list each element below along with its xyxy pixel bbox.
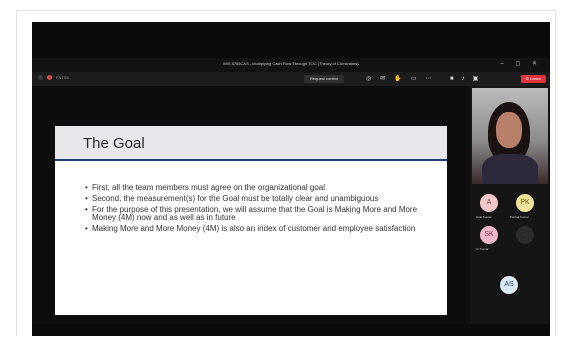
avatar-initials: A [486,199,492,206]
slide-bullet: For the purpose of this presentation, we… [85,205,425,223]
meeting-window: MIS 8765CAS - Multiplying Cash Flow Thro… [32,22,550,336]
screen-icon[interactable]: ▭ [411,75,417,82]
record-icon[interactable] [47,75,52,80]
hand-icon[interactable]: ✋ [394,75,401,82]
request-control-button[interactable]: Request control [304,75,345,83]
slide-bullet: First, all the team members must agree o… [85,183,425,193]
chat-icon[interactable]: ✉ [380,75,385,82]
leave-label: Leave [530,76,541,81]
shared-screen: The Goal First, all the team members mus… [32,86,470,324]
apps-icon[interactable]: ◎ [366,75,371,82]
participant-name: Amit Kumar [476,215,492,219]
avatar-initials: SK [484,231,494,238]
slide-header: The Goal [55,126,447,159]
title-bar: MIS 8765CAS - Multiplying Cash Flow Thro… [32,58,550,72]
participant-name: Pankaj Kumar [510,215,529,219]
window-controls[interactable]: – ◻ ✕ [500,60,542,67]
slide-bullets: First, all the team members must agree o… [85,183,425,236]
slide-title: The Goal [83,135,145,152]
slide-accent-line [55,159,447,161]
more-icon[interactable]: ⋯ [425,75,431,82]
avatar-initials: PK [520,199,530,206]
slide-bullet: Second, the measurement(s) for the Goal … [85,194,425,204]
status-dot-icon [38,75,43,80]
participant-name: S. Kumar [476,247,489,251]
avatar[interactable]: AS [500,276,518,294]
meeting-toolbar: FNTS5 Request control ◎ ✉ ✋ ▭ ⋯ ■ ♪ ▣ ✆ … [32,72,550,86]
avatar[interactable]: PK [516,194,534,212]
avatar-initials: AS [504,281,514,288]
speaker-video[interactable] [472,88,548,184]
presentation-slide: The Goal First, all the team members mus… [55,126,447,315]
avatar[interactable]: ◦◦ [516,226,534,244]
speaker-body [482,154,538,184]
window-title: MIS 8765CAS - Multiplying Cash Flow Thro… [223,61,359,66]
share-icon[interactable]: ▣ [473,75,479,82]
participant-gallery: A Amit Kumar PK Pankaj Kumar SK S. Kumar… [470,86,550,324]
camera-icon[interactable]: ■ [450,76,454,82]
meeting-id: FNTS5 [56,75,69,80]
avatar[interactable]: SK [480,226,498,244]
mic-icon[interactable]: ♪ [462,76,465,82]
speaker-face [496,112,522,148]
avatar[interactable]: A [480,194,498,212]
slide-bullet: Making More and More Money (4M) is also … [85,224,425,234]
leave-button[interactable]: ✆ Leave [520,75,546,83]
